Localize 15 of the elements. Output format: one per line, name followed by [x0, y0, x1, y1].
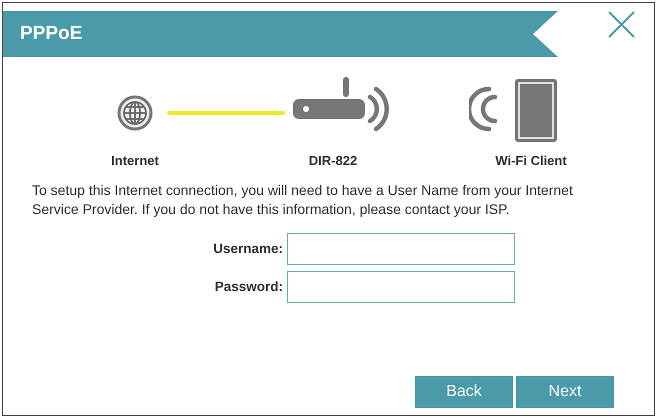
globe-icon	[117, 95, 153, 131]
dialog-button[interactable]: Back	[415, 376, 513, 408]
tablet-icon	[469, 79, 559, 143]
text-field[interactable]	[287, 233, 515, 265]
device-label: DIR-822	[308, 152, 358, 170]
dialog-button[interactable]: Next	[516, 376, 614, 408]
close-button[interactable]	[606, 9, 636, 39]
close-icon	[608, 10, 634, 38]
dialog-title: PPPoE	[20, 22, 82, 46]
field-label: Password:	[214, 278, 284, 296]
text-field[interactable]	[287, 271, 515, 303]
device-label: Internet	[111, 152, 159, 170]
instruction-text: To setup this Internet connection, you will need to have a User Name from your Internet Service Provider. If you do not have this information, please contact your ISP.	[32, 181, 574, 219]
device-label: Wi-Fi Client	[495, 152, 567, 170]
field-label: Username:	[212, 240, 284, 258]
